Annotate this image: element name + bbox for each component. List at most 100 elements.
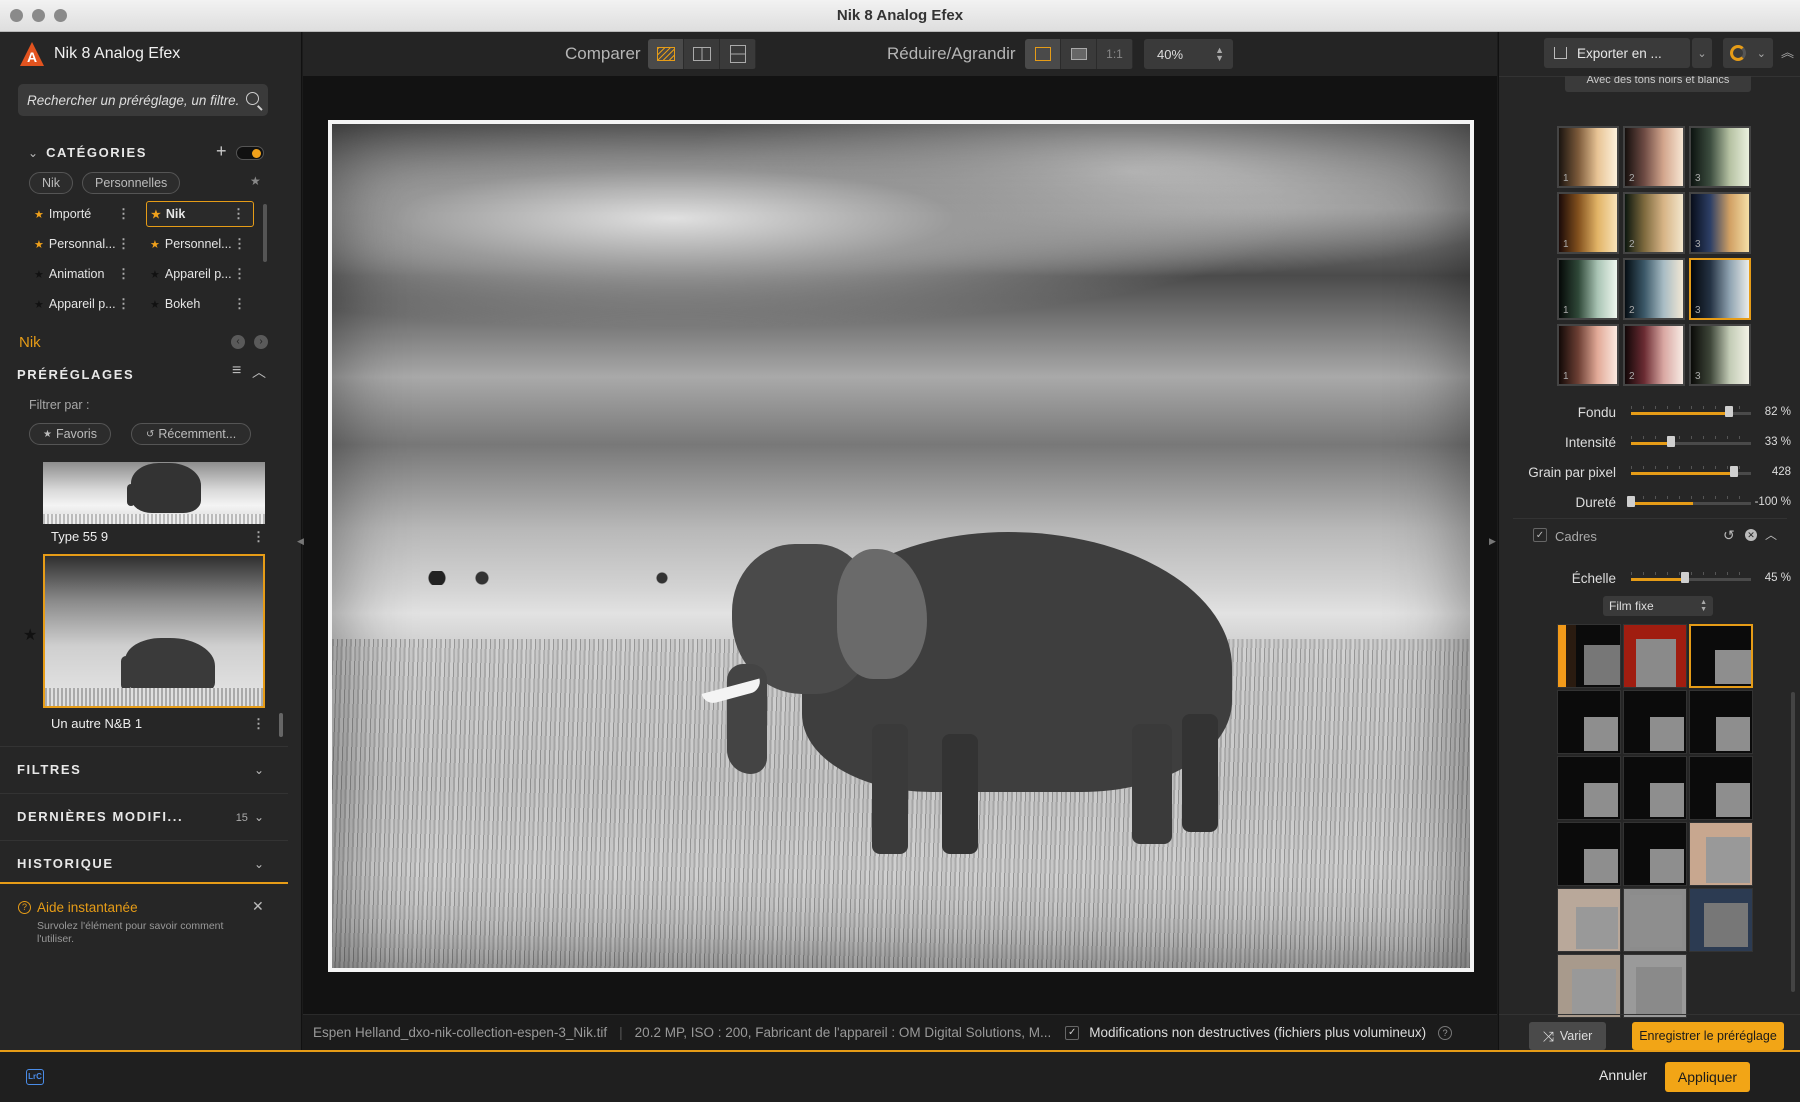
more-icon[interactable]: ⋮ (232, 206, 245, 222)
frame-thumbnail[interactable] (1689, 690, 1753, 754)
tone-swatch[interactable]: 1 (1557, 258, 1619, 320)
export-dropdown[interactable]: ⌄ (1692, 38, 1712, 68)
close-dot[interactable] (10, 9, 23, 22)
search-input[interactable] (27, 92, 240, 108)
more-icon[interactable]: ⋮ (252, 716, 265, 732)
slider-echelle[interactable]: Échelle 45 % (1499, 564, 1799, 592)
tone-swatch[interactable]: 2 (1623, 258, 1685, 320)
chip-personnelles[interactable]: Personnelles (82, 172, 181, 194)
more-icon[interactable]: ⋮ (233, 296, 246, 312)
slider-fondu[interactable]: Fondu 82 % (1499, 398, 1799, 426)
chevron-up-icon[interactable]: ︿ (252, 362, 266, 382)
more-icon[interactable]: ⋮ (117, 206, 130, 222)
slider-track[interactable] (1631, 572, 1751, 583)
actual-size-button[interactable]: 1:1 (1097, 39, 1133, 69)
filter-recent[interactable]: ↺ Récemment... (131, 423, 252, 445)
reset-icon[interactable]: ↺ (1723, 527, 1735, 544)
favorite-star-icon[interactable]: ★ (23, 625, 37, 645)
remove-icon[interactable]: ✕ (1745, 529, 1757, 541)
category-appareil-2[interactable]: ★ Appareil p... ⋮ (30, 291, 138, 317)
close-icon[interactable]: ✕ (252, 898, 264, 915)
category-bokeh[interactable]: ★ Bokeh ⋮ (146, 291, 254, 317)
list-view-icon[interactable]: ≡ (232, 362, 241, 380)
export-button[interactable]: Exporter en ... (1544, 38, 1690, 68)
frame-thumbnail[interactable] (1623, 954, 1687, 1018)
frame-thumbnail[interactable] (1689, 888, 1753, 952)
frame-thumbnail[interactable] (1623, 822, 1687, 886)
frame-thumbnail-selected[interactable] (1689, 624, 1753, 688)
slider-grain[interactable]: Grain par pixel 428 (1499, 458, 1799, 486)
slider-intensite[interactable]: Intensité 33 % (1499, 428, 1799, 456)
tone-swatch[interactable]: 2 (1623, 324, 1685, 386)
save-preset-button[interactable]: Enregistrer le préréglage (1632, 1022, 1784, 1050)
section-historique[interactable]: HISTORIQUE ⌄ (0, 840, 288, 886)
tone-swatch[interactable]: 1 (1557, 126, 1619, 188)
plugin-switcher[interactable]: ⌄ (1723, 38, 1773, 68)
frames-checkbox[interactable]: ✓ (1533, 528, 1547, 542)
preset-thumbnail-autre-nb[interactable] (43, 554, 265, 708)
slider-knob[interactable] (1730, 466, 1739, 477)
tone-swatch[interactable]: 2 (1623, 126, 1685, 188)
apply-button[interactable]: Appliquer (1665, 1062, 1750, 1092)
tone-swatch[interactable]: 1 (1557, 192, 1619, 254)
fit-button[interactable] (1025, 39, 1061, 69)
category-personnalises[interactable]: ★ Personnal... ⋮ (30, 231, 138, 257)
more-icon[interactable]: ⋮ (233, 236, 246, 252)
presets-scrollbar[interactable] (279, 713, 283, 737)
categories-header[interactable]: ⌄ CATÉGORIES (28, 145, 147, 160)
categories-toggle[interactable] (236, 146, 264, 160)
tone-swatch[interactable]: 1 (1557, 324, 1619, 386)
frame-thumbnail[interactable] (1623, 888, 1687, 952)
frame-thumbnail[interactable] (1689, 822, 1753, 886)
frame-thumbnail[interactable] (1689, 756, 1753, 820)
vary-button[interactable]: ⤨ Varier (1529, 1022, 1606, 1050)
slider-track[interactable] (1631, 406, 1751, 417)
slider-track[interactable] (1627, 496, 1751, 507)
category-nik[interactable]: ★ Nik ⋮ (146, 201, 254, 227)
collapse-right-icon[interactable]: ▶ (1489, 536, 1496, 547)
frame-type-select[interactable]: Film fixe ▲ ▼ (1603, 596, 1713, 616)
add-category-icon[interactable]: + (216, 141, 227, 162)
more-icon[interactable]: ⋮ (117, 236, 130, 252)
photo-canvas[interactable] (328, 120, 1474, 972)
window-controls[interactable] (10, 9, 67, 22)
favorite-filter-icon[interactable]: ★ (250, 174, 261, 188)
section-filtres[interactable]: FILTRES ⌄ (0, 746, 288, 792)
tone-swatch[interactable]: 3 (1689, 192, 1751, 254)
fill-button[interactable] (1061, 39, 1097, 69)
tone-swatch[interactable]: 3 (1689, 324, 1751, 386)
more-icon[interactable]: ⋮ (117, 266, 130, 282)
frame-thumbnail[interactable] (1557, 888, 1621, 952)
slider-knob[interactable] (1627, 496, 1635, 507)
chevron-down-icon[interactable]: ⌄ (254, 810, 264, 824)
category-importe[interactable]: ★ Importé ⋮ (30, 201, 138, 227)
split-view-button[interactable] (684, 39, 720, 69)
category-personnels[interactable]: ★ Personnel... ⋮ (146, 231, 254, 257)
chevron-down-icon[interactable]: ⌄ (254, 857, 264, 871)
tone-swatch-selected[interactable]: 3 (1689, 258, 1751, 320)
more-icon[interactable]: ⋮ (252, 529, 265, 545)
collapse-panel-icon[interactable]: ︽ (1781, 42, 1794, 61)
slider-durete[interactable]: Dureté -100 % (1499, 488, 1799, 516)
frame-thumbnail[interactable] (1623, 624, 1687, 688)
categories-scrollbar[interactable] (263, 204, 267, 262)
category-animation[interactable]: ★ Animation ⋮ (30, 261, 138, 287)
slider-track[interactable] (1631, 436, 1751, 447)
frame-thumbnail[interactable] (1557, 756, 1621, 820)
prev-arrow-icon[interactable]: ‹ (231, 335, 245, 349)
minimize-dot[interactable] (32, 9, 45, 22)
slider-knob[interactable] (1725, 406, 1734, 417)
frame-thumbnail[interactable] (1623, 690, 1687, 754)
chevron-down-icon[interactable]: ⌄ (254, 763, 264, 777)
slider-knob[interactable] (1681, 572, 1689, 583)
nondestructive-checkbox[interactable]: ✓ (1065, 1025, 1080, 1040)
chip-nik[interactable]: Nik (29, 172, 74, 194)
section-dernieres-modifications[interactable]: DERNIÈRES MODIFI... 15 ⌄ (0, 793, 288, 839)
frame-thumbnail[interactable] (1557, 954, 1621, 1018)
chevron-up-icon[interactable]: ︿ (1765, 526, 1777, 543)
zoom-dot[interactable] (54, 9, 67, 22)
right-scrollbar[interactable] (1791, 692, 1795, 992)
slider-track[interactable] (1631, 466, 1751, 477)
zoom-select[interactable]: 40% ▲ ▼ (1144, 39, 1233, 69)
frame-thumbnail[interactable] (1557, 690, 1621, 754)
